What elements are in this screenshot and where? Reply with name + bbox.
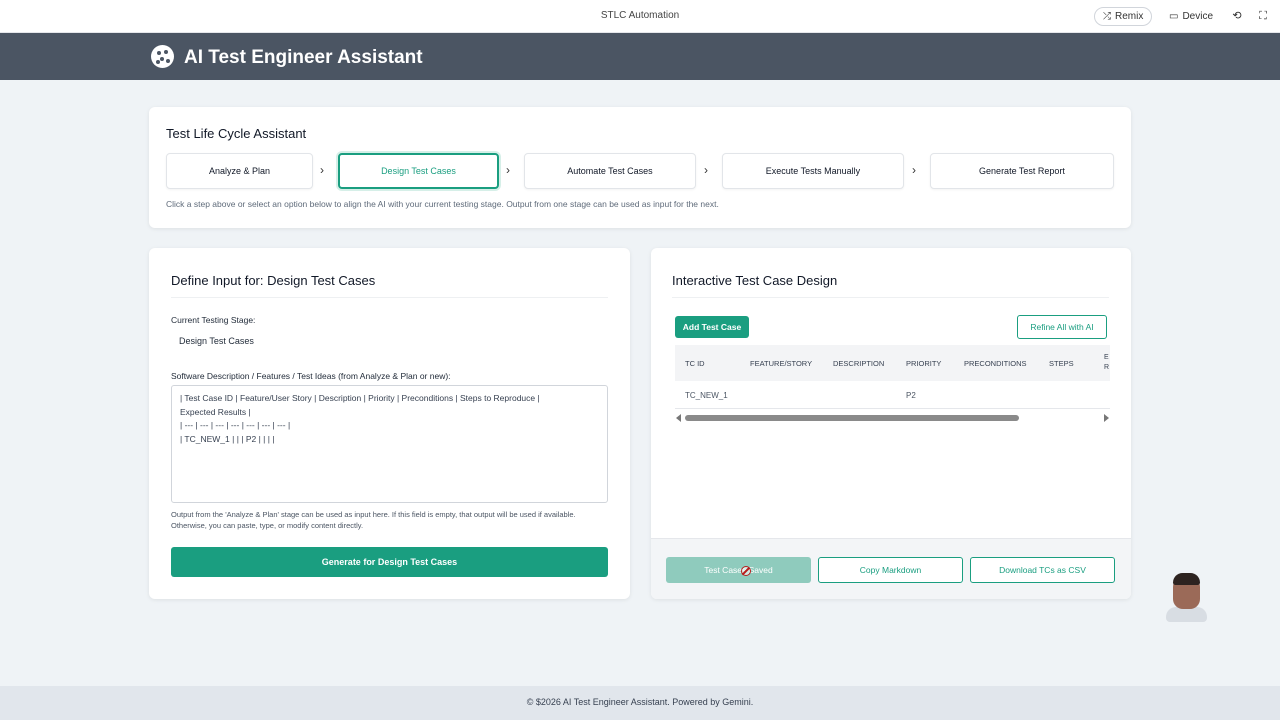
column-header: FEATURE/STORY: [750, 359, 813, 368]
top-bar: STLC Automation ⤮ Remix ▭ Device ⟲ ⛶: [0, 0, 1280, 33]
description-textarea[interactable]: | Test Case ID | Feature/User Story | De…: [171, 385, 608, 503]
copy-markdown-button[interactable]: Copy Markdown: [818, 557, 963, 583]
device-icon: ▭: [1169, 11, 1179, 22]
chevron-right-icon: ›: [912, 163, 916, 177]
app-title: AI Test Engineer Assistant: [184, 47, 423, 68]
webcam-overlay: [1166, 571, 1207, 622]
footer-text: © $2026 AI Test Engineer Assistant. Powe…: [526, 697, 754, 707]
download-csv-button[interactable]: Download TCs as CSV: [970, 557, 1115, 583]
fullscreen-icon[interactable]: ⛶: [1256, 9, 1270, 23]
cookie-logo-icon: [151, 45, 174, 68]
scroll-left-icon[interactable]: [676, 414, 681, 422]
device-button[interactable]: ▭ Device: [1161, 7, 1221, 26]
step-analyze-plan[interactable]: Analyze & Plan: [166, 153, 313, 189]
cell-priority[interactable]: P2: [906, 391, 916, 400]
step-execute-tests-manually[interactable]: Execute Tests Manually: [722, 153, 904, 189]
chevron-right-icon: ›: [704, 163, 708, 177]
input-card: Define Input for: Design Test Cases Curr…: [149, 248, 630, 599]
column-header: TC ID: [685, 359, 705, 368]
design-title: Interactive Test Case Design: [672, 273, 838, 288]
refresh-icon[interactable]: ⟲: [1230, 9, 1244, 23]
column-header: DESCRIPTION: [833, 359, 885, 368]
remix-button[interactable]: ⤮ Remix: [1094, 7, 1153, 26]
horizontal-scrollbar[interactable]: [675, 414, 1110, 422]
scroll-right-icon[interactable]: [1104, 414, 1109, 422]
design-card: Interactive Test Case Design Add Test Ca…: [651, 248, 1131, 599]
test-case-table: TC ID FEATURE/STORY DESCRIPTION PRIORITY…: [675, 345, 1110, 409]
lifecycle-help-text: Click a step above or select an option b…: [166, 199, 719, 209]
stage-label: Current Testing Stage:: [171, 315, 256, 325]
description-label: Software Description / Features / Test I…: [171, 371, 451, 381]
page-footer: © $2026 AI Test Engineer Assistant. Powe…: [0, 686, 1280, 720]
refine-all-button[interactable]: Refine All with AI: [1017, 315, 1107, 339]
remix-icon: ⤮: [1103, 11, 1111, 22]
step-generate-test-report[interactable]: Generate Test Report: [930, 153, 1114, 189]
chevron-right-icon: ›: [320, 163, 324, 177]
divider: [672, 297, 1109, 298]
generate-button[interactable]: Generate for Design Test Cases: [171, 547, 608, 577]
remix-label: Remix: [1115, 11, 1144, 22]
column-header: STEPS: [1049, 359, 1074, 368]
table-row[interactable]: TC_NEW_1 P2: [675, 381, 1110, 409]
column-header-truncated: E R: [1104, 354, 1110, 371]
column-header: PRIORITY: [906, 359, 942, 368]
step-design-test-cases[interactable]: Design Test Cases: [338, 153, 499, 189]
input-note: Output from the 'Analyze & Plan' stage c…: [171, 510, 576, 530]
lifecycle-card: Test Life Cycle Assistant Analyze & Plan…: [149, 107, 1131, 228]
stage-value: Design Test Cases: [179, 336, 254, 346]
test-cases-saved-button[interactable]: Test Cases Saved: [666, 557, 811, 583]
column-header: PRECONDITIONS: [964, 359, 1027, 368]
app-header: AI Test Engineer Assistant: [0, 33, 1280, 80]
design-footer: Test Cases Saved Copy Markdown Download …: [651, 538, 1131, 599]
input-title: Define Input for: Design Test Cases: [171, 273, 376, 288]
divider: [171, 297, 608, 298]
chevron-right-icon: ›: [506, 163, 510, 177]
not-allowed-cursor-icon: [741, 566, 751, 576]
step-automate-test-cases[interactable]: Automate Test Cases: [524, 153, 696, 189]
table-header: TC ID FEATURE/STORY DESCRIPTION PRIORITY…: [675, 345, 1110, 381]
scroll-thumb[interactable]: [685, 415, 1019, 421]
add-test-case-button[interactable]: Add Test Case: [675, 316, 749, 338]
lifecycle-title: Test Life Cycle Assistant: [166, 126, 307, 141]
cell-tc-id[interactable]: TC_NEW_1: [685, 391, 728, 400]
device-label: Device: [1182, 11, 1214, 22]
app-frame-title: STLC Automation: [600, 10, 680, 21]
